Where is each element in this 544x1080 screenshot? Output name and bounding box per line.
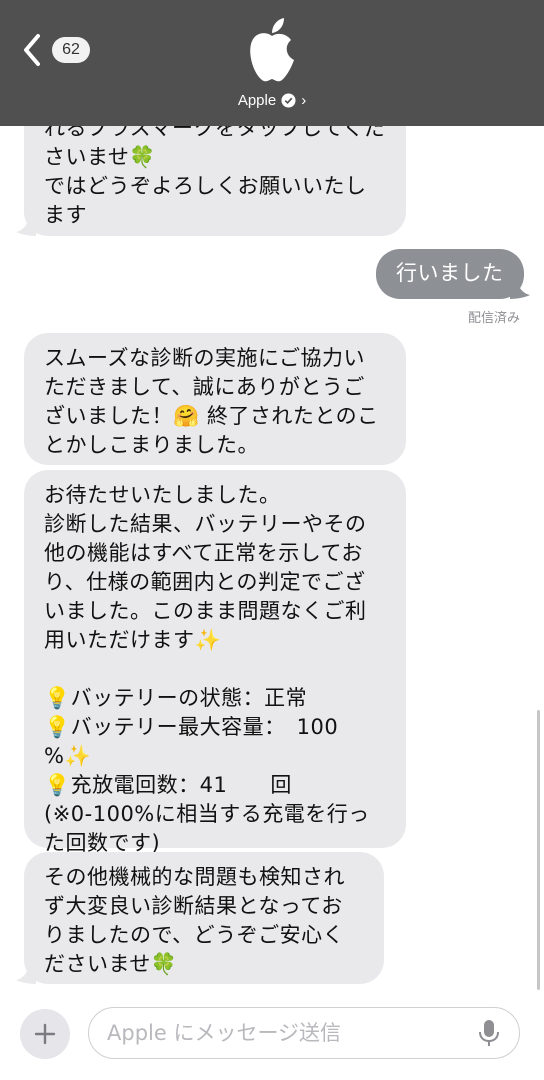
contact-name-link[interactable]: Apple ›: [0, 92, 544, 109]
scrollbar[interactable]: [537, 710, 540, 990]
contact-name: Apple: [237, 92, 277, 109]
bubble-tail: [16, 218, 36, 236]
add-attachment-button[interactable]: [20, 1009, 70, 1059]
conversation-header: 62 Apple ›: [0, 0, 544, 126]
verified-icon: [281, 93, 296, 108]
delivered-status: 配信済み: [467, 311, 520, 326]
apple-logo-icon[interactable]: [242, 16, 302, 84]
message-composer: [0, 1000, 544, 1080]
back-button[interactable]: 62: [20, 30, 92, 70]
plus-icon: [34, 1023, 56, 1045]
unread-count-badge: 62: [52, 37, 90, 63]
outgoing-message: 行いました: [376, 249, 524, 299]
message-list[interactable]: れるプラスマークをタップしてくださいませ🍀 ではどうぞよろしくお願いいたします …: [0, 0, 544, 1000]
incoming-message: お待たせいたしました。 診断した結果、バッテリーやその他の機能はすべて正常を示し…: [24, 470, 406, 855]
chevron-left-icon: [24, 34, 40, 66]
chevron-right-icon: ›: [301, 92, 307, 109]
microphone-icon[interactable]: [478, 1019, 500, 1047]
incoming-message: スムーズな診断の実施にご協力いただきまして、誠にありがとうございました！🤗 終了…: [24, 333, 406, 465]
message-input[interactable]: [88, 1007, 520, 1059]
incoming-message: その他機械的な問題も検知されず大変良い診断結果となっておりましたので、どうぞご安…: [24, 852, 384, 984]
bubble-tail: [16, 966, 36, 984]
bubble-tail: [510, 281, 530, 299]
